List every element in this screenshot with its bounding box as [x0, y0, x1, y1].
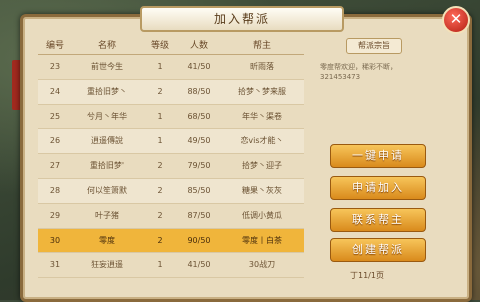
cell-id: 30 — [49, 235, 61, 245]
table-row[interactable]: 26 逍遥傳說 1 49/50 恋vis才能丶 — [38, 129, 304, 155]
info-text: 零度帮欢迎，稀彩不断，321453473 — [320, 63, 397, 81]
cell-members: 41/50 — [187, 62, 211, 71]
table-row[interactable]: 25 兮月丶年华 1 68/50 年华丶渠卷 — [38, 105, 304, 130]
table-row[interactable]: 29 叶子猪 2 87/50 低调小黄瓜 — [38, 204, 304, 229]
table-row[interactable]: 24 重拾旧梦丶 2 88/50 拾梦丶梦来服 — [38, 79, 304, 105]
page-indicator: 丁11/1页 — [350, 271, 384, 280]
guild-table: 编号 名称 等级 人数 帮主 23 前世今生 1 41/50 昕雨落 24 重拾旧梦丶 2 88… — [38, 38, 304, 282]
cell-level: 2 — [157, 185, 163, 195]
close-icon[interactable]: ✕ — [442, 6, 470, 34]
cell-name: 逍遥傳說 — [91, 136, 123, 146]
cell-level: 1 — [157, 136, 163, 146]
cell-id: 27 — [49, 161, 61, 171]
table-row[interactable]: 28 何以笙箫默 2 85/50 糖果丶灰灰 — [38, 178, 304, 204]
cell-id: 25 — [49, 111, 61, 121]
cell-leader: 糖果丶灰灰 — [242, 185, 282, 195]
cell-leader: 低调小黄瓜 — [242, 210, 282, 220]
cell-level: 1 — [157, 62, 163, 71]
cell-members: 41/50 — [187, 260, 211, 270]
cell-name: 狂妄逍遥 — [91, 260, 123, 270]
apply-join-button[interactable]: 申请加入 — [330, 176, 426, 200]
cell-name: 何以笙箫默 — [87, 185, 127, 195]
cell-id: 24 — [49, 86, 61, 96]
info-label: 帮派宗旨 — [346, 38, 402, 54]
cell-id: 29 — [49, 210, 61, 220]
table-row[interactable]: 31 狂妄逍遥 1 41/50 30战刀 — [38, 253, 304, 279]
cell-leader: 恋vis才能丶 — [240, 136, 284, 146]
cell-leader: 拾梦丶迎子 — [242, 161, 282, 171]
cell-name: 重拾旧梦丶 — [87, 86, 127, 96]
cell-members: 79/50 — [187, 161, 211, 171]
cell-level: 1 — [157, 111, 163, 121]
header-id: 编号 — [45, 41, 64, 51]
header-members: 人数 — [189, 41, 208, 51]
cell-leader: 拾梦丶梦来服 — [238, 86, 286, 96]
cell-leader: 昕雨落 — [250, 62, 274, 71]
panel-title: 加入帮派 — [140, 6, 344, 32]
cell-name: 重拾旧梦' — [89, 161, 125, 171]
one-key-apply-button[interactable]: 一键申请 — [330, 144, 426, 168]
cell-level: 2 — [157, 161, 163, 171]
cell-id: 31 — [49, 260, 61, 270]
table-row[interactable]: 23 前世今生 1 41/50 昕雨落 — [38, 55, 304, 80]
cell-level: 1 — [157, 260, 163, 270]
cell-name: 前世今生 — [91, 62, 123, 71]
cell-id: 28 — [49, 185, 61, 195]
create-guild-button[interactable]: 创建帮派 — [330, 238, 426, 262]
table-body: 23 前世今生 1 41/50 昕雨落 24 重拾旧梦丶 2 88/50 拾梦丶梦来服 25 兮月丶年… — [38, 55, 304, 279]
cell-name: 零度 — [99, 235, 115, 245]
guild-info-box: 帮派宗旨 零度帮欢迎，稀彩不断，321453473 — [320, 38, 428, 134]
cell-leader: 30战刀 — [248, 260, 276, 270]
cell-members: 87/50 — [187, 210, 211, 220]
cell-leader: 零度丨白茶 — [242, 235, 282, 245]
cell-members: 88/50 — [187, 86, 211, 96]
cell-level: 2 — [157, 86, 163, 96]
table-row[interactable]: 30 零度 2 90/50 零度丨白茶 — [38, 228, 304, 254]
table-row[interactable]: 27 重拾旧梦' 2 79/50 拾梦丶迎子 — [38, 154, 304, 179]
cell-members: 85/50 — [187, 185, 211, 195]
cell-id: 23 — [49, 62, 61, 71]
cell-name: 兮月丶年华 — [87, 111, 127, 121]
header-leader: 帮主 — [252, 41, 271, 51]
table-header: 编号 名称 等级 人数 帮主 — [38, 38, 304, 55]
cell-level: 2 — [157, 235, 163, 245]
header-level: 等级 — [150, 41, 169, 51]
cell-leader: 年华丶渠卷 — [242, 111, 282, 121]
cell-id: 26 — [49, 136, 61, 146]
cell-level: 2 — [157, 210, 163, 220]
cell-members: 49/50 — [187, 136, 211, 146]
header-name: 名称 — [97, 41, 116, 51]
cell-members: 68/50 — [187, 111, 211, 121]
contact-leader-button[interactable]: 联系帮主 — [330, 208, 426, 232]
cell-members: 90/50 — [187, 235, 211, 245]
cell-name: 叶子猪 — [95, 210, 119, 220]
